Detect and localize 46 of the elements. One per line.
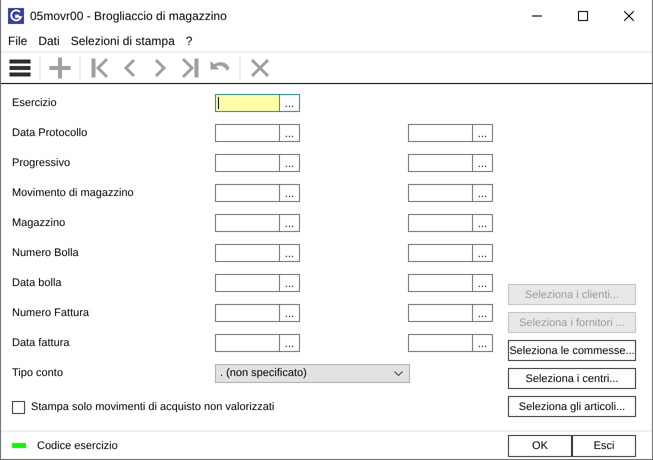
dropdown[interactable]: . (non specificato) — [215, 364, 410, 382]
menu-item[interactable]: File — [8, 34, 28, 48]
input-field[interactable]: ... — [215, 274, 300, 292]
close-icon[interactable] — [624, 10, 634, 20]
input-field[interactable]: ... — [215, 124, 300, 142]
input-field[interactable]: ... — [215, 94, 300, 112]
field-label: Numero Bolla — [12, 247, 79, 259]
input-field[interactable]: ... — [408, 184, 493, 202]
window-title: 05movr00 - Brogliaccio di magazzino — [30, 8, 228, 22]
input-field[interactable]: ... — [215, 184, 300, 202]
menu-item[interactable]: Selezioni di stampa — [70, 34, 175, 48]
menu-item[interactable]: Dati — [38, 34, 60, 48]
checkbox[interactable] — [12, 400, 25, 414]
dialog-button[interactable]: Esci — [572, 434, 636, 456]
checkbox-label: Stampa solo movimenti di acquisto non valorizzati — [31, 401, 274, 413]
field-label: Movimento di magazzino — [12, 187, 134, 199]
input-field[interactable]: ... — [408, 154, 493, 172]
input-field[interactable]: ... — [408, 124, 493, 142]
field-label: Magazzino — [12, 217, 66, 229]
field-label: Numero Fattura — [12, 307, 90, 319]
input-field[interactable]: ... — [215, 334, 300, 352]
field-label: Data Protocollo — [12, 127, 88, 139]
menu-item[interactable]: ? — [186, 34, 192, 48]
dialog-button[interactable]: OK — [508, 434, 572, 456]
field-label: Data fattura — [12, 337, 70, 349]
select-button[interactable]: Seleziona gli articoli... — [508, 396, 636, 417]
input-field[interactable]: ... — [408, 304, 493, 322]
input-field[interactable]: ... — [408, 214, 493, 232]
menu-icon[interactable] — [9, 57, 31, 79]
input-field[interactable]: ... — [408, 334, 493, 352]
select-button[interactable]: Seleziona i centri... — [508, 368, 636, 389]
field-label: Esercizio — [12, 97, 57, 109]
select-button[interactable]: Seleziona le commesse... — [508, 340, 636, 361]
maximize-icon[interactable] — [578, 10, 588, 20]
input-field[interactable]: ... — [408, 244, 493, 262]
input-field[interactable]: ... — [408, 274, 493, 292]
chevron-down-icon — [394, 370, 403, 376]
input-field[interactable]: ... — [215, 214, 300, 232]
input-field[interactable]: ... — [215, 244, 300, 262]
input-field[interactable]: ... — [215, 154, 300, 172]
field-label: Tipo conto — [12, 367, 63, 379]
app-logo-icon — [8, 8, 24, 24]
status-text: Codice esercizio — [37, 440, 118, 452]
field-label: Progressivo — [12, 157, 70, 169]
field-label: Data bolla — [12, 277, 62, 289]
input-field[interactable]: ... — [215, 304, 300, 322]
